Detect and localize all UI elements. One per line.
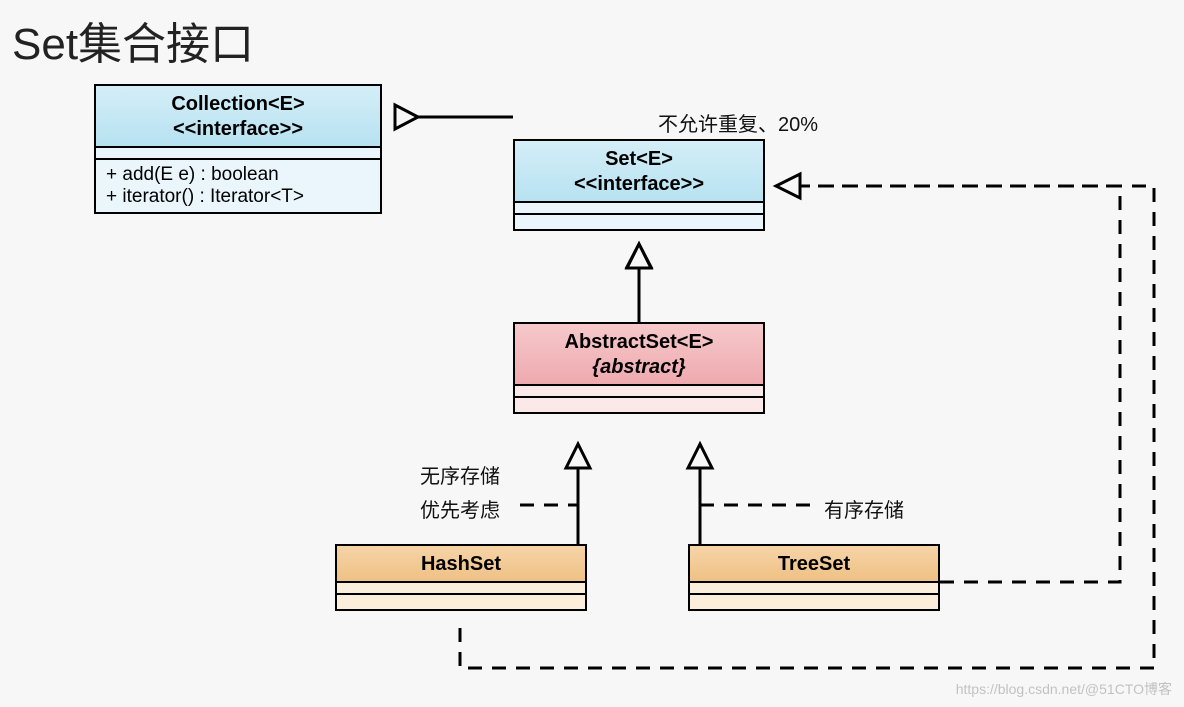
- uml-treeset: TreeSet: [688, 544, 940, 611]
- uml-collection-name: Collection<E>: [171, 93, 304, 115]
- uml-abstractset-modifier: {abstract}: [525, 355, 753, 380]
- uml-hashset: HashSet: [335, 544, 587, 611]
- watermark: https://blog.csdn.net/@51CTO博客: [956, 679, 1172, 699]
- uml-collection-stereotype: <<interface>>: [106, 117, 370, 142]
- note-hashset-2: 优先考虑: [420, 494, 500, 523]
- uml-collection: Collection<E> <<interface>> + add(E e) :…: [94, 84, 382, 214]
- uml-set: Set<E> <<interface>>: [513, 139, 765, 231]
- uml-hashset-name: HashSet: [421, 553, 501, 575]
- uml-collection-member: + add(E e) : boolean: [106, 164, 370, 186]
- note-treeset: 有序存储: [824, 494, 904, 523]
- uml-treeset-name: TreeSet: [778, 553, 850, 575]
- uml-set-stereotype: <<interface>>: [525, 172, 753, 197]
- uml-abstractset: AbstractSet<E> {abstract}: [513, 322, 765, 414]
- note-set: 不允许重复、20%: [658, 108, 818, 137]
- uml-collection-member: + iterator() : Iterator<T>: [106, 186, 370, 208]
- note-hashset-1: 无序存储: [420, 460, 500, 489]
- uml-set-name: Set<E>: [605, 148, 673, 170]
- uml-abstractset-name: AbstractSet<E>: [565, 331, 714, 353]
- page-title: Set集合接口: [12, 8, 254, 72]
